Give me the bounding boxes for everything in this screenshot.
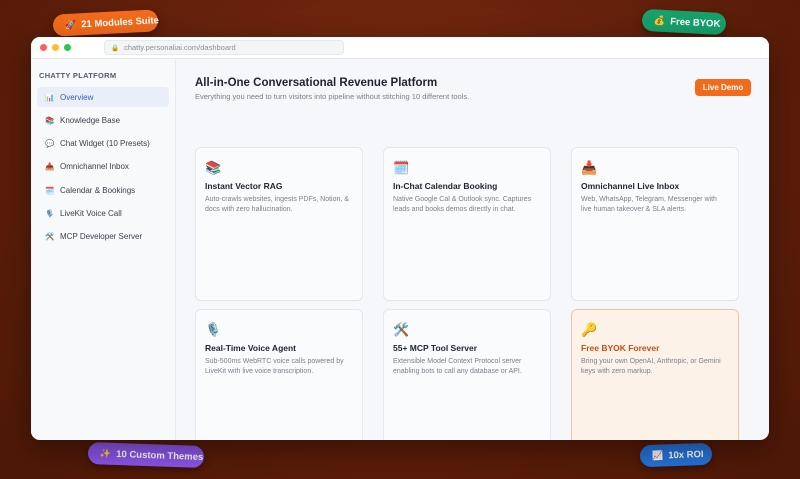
browser-window: 🔒 chatty.personaliai.com/dashboard CHATT… bbox=[31, 37, 769, 440]
sidebar-item-omnichannel-inbox[interactable]: 📥 Omnichannel Inbox bbox=[37, 157, 169, 177]
feature-card-calendar-booking[interactable]: 🗓️ In-Chat Calendar Booking Native Googl… bbox=[383, 147, 551, 301]
minimize-window-button[interactable] bbox=[52, 44, 59, 51]
feature-card-live-inbox[interactable]: 📥 Omnichannel Live Inbox Web, WhatsApp, … bbox=[571, 147, 739, 301]
calendar-icon: 🗓️ bbox=[45, 185, 55, 195]
sidebar-item-calendar-bookings[interactable]: 🗓️ Calendar & Bookings bbox=[37, 180, 169, 200]
card-description: Bring your own OpenAI, Anthropic, or Gem… bbox=[581, 358, 721, 375]
sidebar-item-overview[interactable]: 📊 Overview bbox=[37, 87, 169, 107]
card-description: Sub-500ms WebRTC voice calls powered by … bbox=[205, 358, 344, 375]
money-bag-icon: 💰 bbox=[653, 14, 666, 26]
books-icon: 📚 bbox=[45, 115, 55, 125]
sidebar-item-label: MCP Developer Server bbox=[60, 232, 143, 242]
tools-icon: 🛠️ bbox=[45, 232, 55, 242]
feature-card-mcp-tool-server[interactable]: 🛠️ 55+ MCP Tool Server Extensible Model … bbox=[383, 309, 551, 440]
maximize-window-button[interactable] bbox=[64, 44, 71, 51]
url-text: chatty.personaliai.com/dashboard bbox=[124, 43, 236, 52]
sidebar: CHATTY PLATFORM 📊 Overview 📚 Knowledge B… bbox=[31, 59, 176, 440]
calendar-icon: 🗓️ bbox=[393, 160, 410, 175]
page-subtitle: Everything you need to turn visitors int… bbox=[195, 92, 470, 101]
card-description: Native Google Cal & Outlook sync. Captur… bbox=[393, 196, 532, 213]
key-icon: 🔑 bbox=[581, 322, 598, 337]
tools-icon: 🛠️ bbox=[393, 322, 410, 337]
close-window-button[interactable] bbox=[40, 44, 47, 51]
roi-badge: 📈 10x ROI bbox=[639, 442, 713, 468]
chart-up-icon: 📈 bbox=[651, 449, 664, 461]
sidebar-item-label: Knowledge Base bbox=[60, 115, 121, 125]
card-title: 55+ MCP Tool Server bbox=[393, 343, 478, 353]
speech-bubble-icon: 💬 bbox=[45, 139, 55, 149]
page-title: All-in-One Conversational Revenue Platfo… bbox=[195, 77, 438, 89]
rocket-icon: 🚀 bbox=[64, 19, 77, 30]
sidebar-item-livekit-voice-call[interactable]: 🎙️ LiveKit Voice Call bbox=[37, 203, 169, 223]
chart-icon: 📊 bbox=[45, 92, 55, 102]
sidebar-item-chat-widget[interactable]: 💬 Chat Widget (10 Presets) bbox=[37, 134, 169, 154]
card-title: In-Chat Calendar Booking bbox=[393, 181, 498, 191]
feature-card-vector-rag[interactable]: 📚 Instant Vector RAG Auto-crawls website… bbox=[195, 147, 363, 301]
card-description: Web, WhatsApp, Telegram, Messenger with … bbox=[581, 196, 717, 213]
card-description: Auto-crawls websites, ingests PDFs, Noti… bbox=[205, 196, 349, 213]
sparkles-icon: ✨ bbox=[99, 447, 112, 459]
card-title: Instant Vector RAG bbox=[205, 181, 283, 191]
feature-card-free-byok[interactable]: 🔑 Free BYOK Forever Bring your own OpenA… bbox=[571, 309, 739, 440]
sidebar-item-label: Overview bbox=[60, 92, 94, 102]
sidebar-item-label: Calendar & Bookings bbox=[60, 185, 136, 195]
roi-label: 10x ROI bbox=[668, 448, 704, 461]
sidebar-item-knowledge-base[interactable]: 📚 Knowledge Base bbox=[37, 110, 169, 130]
card-title: Real-Time Voice Agent bbox=[205, 343, 297, 353]
books-icon: 📚 bbox=[205, 160, 222, 175]
lock-icon: 🔒 bbox=[111, 44, 120, 52]
sidebar-item-mcp-developer-server[interactable]: 🛠️ MCP Developer Server bbox=[37, 227, 169, 247]
sidebar-item-label: Chat Widget (10 Presets) bbox=[60, 139, 150, 149]
custom-themes-label: 10 Custom Themes bbox=[116, 448, 204, 463]
browser-titlebar: 🔒 chatty.personaliai.com/dashboard bbox=[31, 37, 769, 59]
live-demo-button[interactable]: Live Demo bbox=[695, 79, 751, 96]
card-title: Omnichannel Live Inbox bbox=[581, 181, 680, 191]
free-byok-badge: 💰 Free BYOK bbox=[641, 8, 727, 36]
modules-suite-label: 21 Modules Suite bbox=[80, 14, 160, 30]
sidebar-item-label: Omnichannel Inbox bbox=[60, 162, 129, 172]
microphone-icon: 🎙️ bbox=[45, 208, 55, 218]
custom-themes-badge: ✨ 10 Custom Themes bbox=[87, 441, 205, 469]
inbox-icon: 📥 bbox=[45, 162, 55, 172]
free-byok-label: Free BYOK bbox=[669, 15, 721, 30]
main-content: All-in-One Conversational Revenue Platfo… bbox=[176, 59, 769, 440]
address-bar[interactable]: 🔒 chatty.personaliai.com/dashboard bbox=[104, 40, 344, 55]
card-description: Extensible Model Context Protocol server… bbox=[393, 358, 522, 375]
inbox-icon: 📥 bbox=[581, 160, 598, 175]
feature-card-voice-agent[interactable]: 🎙️ Real-Time Voice Agent Sub-500ms WebRT… bbox=[195, 309, 363, 440]
card-title: Free BYOK Forever bbox=[581, 343, 660, 353]
sidebar-item-label: LiveKit Voice Call bbox=[60, 208, 122, 218]
microphone-icon: 🎙️ bbox=[205, 322, 222, 337]
modules-suite-badge: 🚀 21 Modules Suite bbox=[52, 9, 160, 37]
sidebar-heading: CHATTY PLATFORM bbox=[39, 71, 117, 80]
